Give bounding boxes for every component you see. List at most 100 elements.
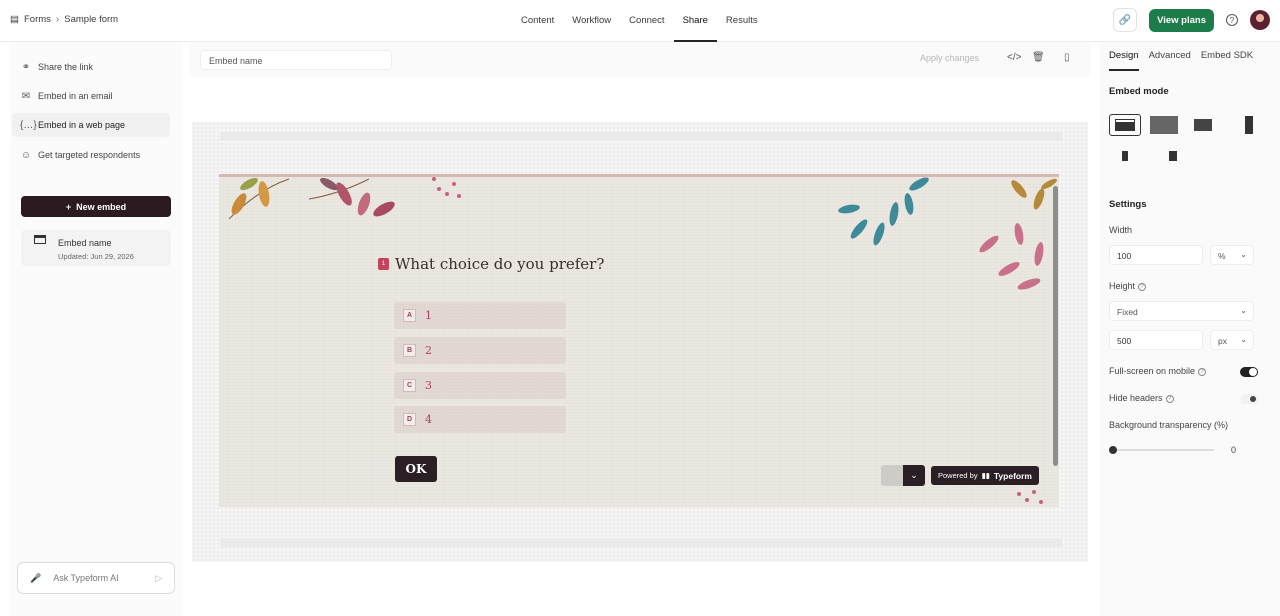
height-unit-value: px [1218,336,1227,346]
code-icon[interactable]: </> [1007,52,1021,63]
embed-list-item[interactable]: Embed name Updated: Jun 29, 2026 [21,230,171,266]
height-type-select[interactable]: Fixed ⌄ [1109,301,1254,321]
sidebar-item-label: Share the link [38,62,94,72]
choice-option[interactable]: C 3 [394,372,566,399]
choice-option[interactable]: D 4 [394,406,566,433]
trash-icon[interactable]: 🗑 [1032,52,1045,63]
top-bar: ▤ Forms › Sample form Content Workflow C… [0,0,1280,42]
slider-mode-icon [1245,116,1253,134]
ok-button[interactable]: OK [395,456,437,482]
popover-mode-icon [1122,151,1128,161]
microphone-icon[interactable]: 🎤 [30,573,41,584]
sidebar-item-embed-email[interactable]: ✉ Embed in an email [12,84,170,108]
sidebar-item-targeted[interactable]: ☺ Get targeted respondents [12,143,170,167]
view-plans-button[interactable]: View plans [1149,8,1214,32]
embed-mode-standard[interactable] [1109,114,1141,136]
tab-results[interactable]: Results [717,0,767,42]
scrollbar-thumb[interactable] [1053,186,1058,466]
embed-name-input[interactable]: Embed name [200,50,392,70]
slider-knob[interactable] [1109,446,1117,454]
people-icon: ☺ [20,149,32,161]
next-question-button[interactable]: ⌄ [903,465,925,486]
tab-advanced[interactable]: Advanced [1149,50,1191,71]
hide-headers-toggle[interactable] [1240,394,1258,404]
send-icon[interactable]: ▷ [155,573,162,584]
breadcrumb-forms[interactable]: Forms [24,14,51,25]
bg-transparency-slider[interactable] [1109,446,1214,454]
mobile-preview-icon[interactable]: ▯ [1064,52,1070,63]
mail-icon: ✉ [21,90,31,102]
sidebar-item-embed-web[interactable]: {…} Embed in a web page [12,113,170,137]
avatar[interactable] [1250,10,1270,30]
choice-label: 2 [425,344,432,357]
settings-title: Settings [1109,199,1147,210]
copy-link-button[interactable]: 🔗 [1113,8,1138,32]
embed-mode-slider[interactable] [1226,114,1258,136]
info-icon[interactable]: ? [1165,394,1174,403]
tab-workflow[interactable]: Workflow [563,0,620,42]
leaf-decoration [228,177,1057,504]
link-icon: ⚭ [21,61,31,73]
powered-by-badge[interactable]: Powered by ▮▮ Typeform [931,466,1039,485]
choice-option[interactable]: B 2 [394,337,566,364]
tab-design[interactable]: Design [1109,50,1139,71]
embed-mode-fullpage[interactable] [1148,114,1180,136]
new-embed-button[interactable]: + New embed [21,196,171,217]
form-navigation: ⌄ [881,465,925,486]
height-label-text: Height [1109,281,1136,291]
ask-ai-input[interactable]: 🎤 Ask Typeform AI ▷ [17,562,175,594]
choice-label: 4 [425,413,432,426]
info-icon[interactable]: ? [1198,367,1207,376]
tab-share[interactable]: Share [673,0,717,42]
sidebar-item-share-link[interactable]: ⚭ Share the link [12,55,170,79]
choice-key: B [403,344,416,357]
height-input[interactable]: 500 [1109,330,1203,350]
help-icon[interactable]: ? [1226,14,1238,26]
choice-label: 1 [425,309,432,322]
embed-mode-sidetab[interactable] [1168,148,1178,164]
height-unit-select[interactable]: px ⌄ [1210,330,1254,350]
sidetab-mode-icon [1169,151,1177,161]
chevron-right-icon: › [55,14,60,25]
chevron-down-icon: ⌄ [1240,250,1247,259]
link-icon: 🔗 [1118,14,1132,26]
width-input[interactable]: 100 [1109,245,1203,265]
plus-icon: + [65,201,72,212]
tab-embed-sdk[interactable]: Embed SDK [1201,50,1253,71]
height-label: Height? [1109,281,1147,291]
brand-name: Typeform [993,470,1032,481]
tab-content[interactable]: Content [512,0,563,42]
sidebar-item-label: Embed in a web page [38,120,126,130]
embed-item-name: Embed name [58,238,112,248]
chevron-down-icon: ⌄ [910,470,918,480]
bg-transparency-label: Background transparency (%) [1109,420,1229,430]
width-unit-value: % [1218,251,1226,261]
form-scrollbar[interactable] [1052,178,1058,508]
panel-tabs: Design Advanced Embed SDK [1109,50,1253,71]
choice-key: D [403,413,416,426]
forms-icon: ▤ [10,14,19,25]
sidebar-item-label: Embed in an email [38,91,113,101]
tab-connect[interactable]: Connect [620,0,673,42]
typeform-logo-icon: ▮▮ [981,471,990,480]
code-icon: {…} [20,119,37,131]
info-icon[interactable]: ? [1138,282,1147,291]
previous-question-button[interactable] [881,465,903,486]
choice-label: 3 [425,379,432,392]
embed-mode-popup[interactable] [1187,114,1219,136]
choice-option[interactable]: A 1 [394,302,566,329]
embed-item-updated: Updated: Jun 29, 2026 [58,252,134,261]
chevron-down-icon: ⌄ [1240,335,1247,344]
width-label: Width [1109,225,1133,235]
form-embed [219,174,1059,507]
question-number: 1 [378,258,389,270]
width-unit-select[interactable]: % ⌄ [1210,245,1254,265]
embed-mode-popover[interactable] [1120,148,1130,164]
question-text: What choice do you prefer? [395,255,605,273]
choice-key: A [403,309,416,322]
apply-changes-button[interactable]: Apply changes [920,53,979,63]
fullscreen-toggle[interactable] [1240,367,1258,377]
breadcrumb-current[interactable]: Sample form [64,14,118,25]
choice-key: C [403,379,416,392]
new-embed-label: New embed [76,201,127,212]
